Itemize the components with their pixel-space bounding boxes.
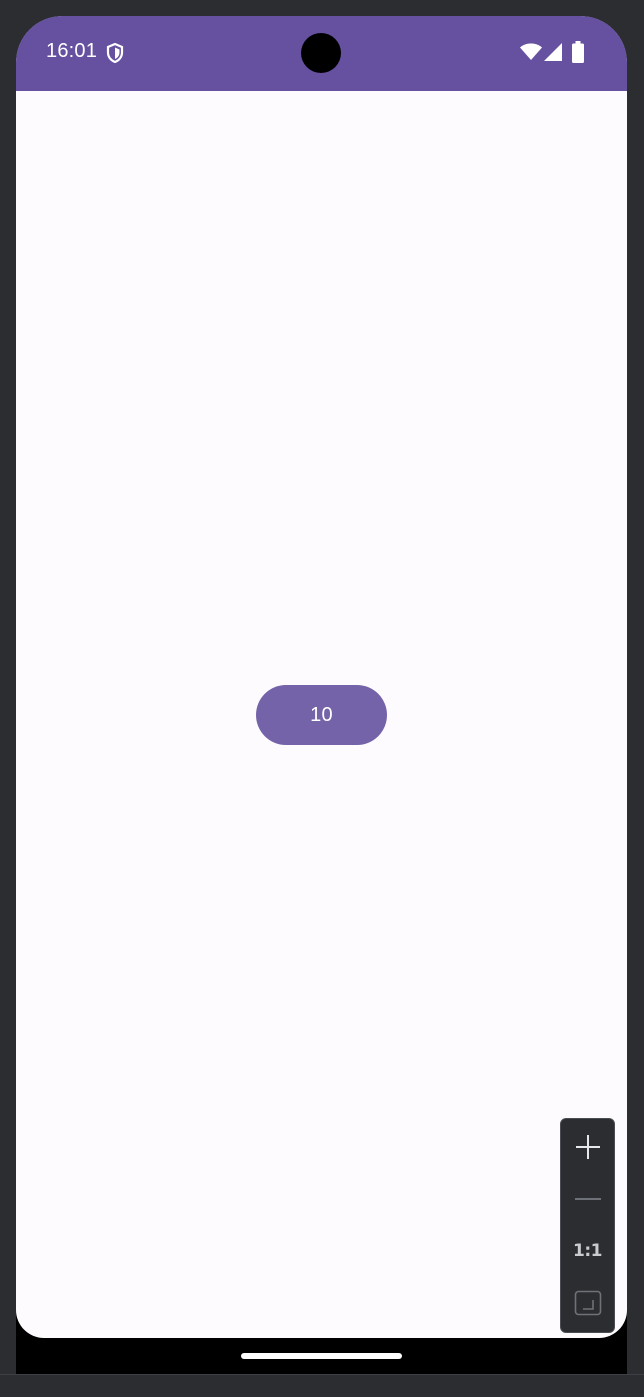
gesture-nav-handle[interactable] — [241, 1353, 402, 1359]
zoom-controls: 1:1 — [560, 1118, 615, 1333]
status-bar: 16:01 — [16, 16, 627, 91]
zoom-in-button[interactable] — [561, 1121, 614, 1173]
device-frame: 16:01 10 — [16, 16, 627, 1374]
camera-cutout — [301, 33, 341, 73]
wifi-icon — [520, 43, 542, 60]
plus-icon — [575, 1135, 600, 1159]
emulator-bottom-border — [0, 1374, 644, 1397]
battery-icon — [572, 41, 584, 63]
counter-button[interactable]: 10 — [256, 685, 387, 745]
signal-icon — [544, 43, 562, 61]
status-time: 16:01 — [46, 40, 98, 62]
actual-size-button[interactable]: 1:1 — [561, 1225, 614, 1277]
app-screen: 16:01 10 — [16, 16, 627, 1338]
actual-size-icon: 1:1 — [573, 1241, 602, 1261]
zoom-out-button[interactable] — [561, 1173, 614, 1225]
shield-icon — [106, 43, 124, 63]
fit-screen-icon — [574, 1290, 601, 1316]
emulator-top-border — [0, 0, 644, 16]
minus-icon — [574, 1198, 601, 1200]
fit-screen-button[interactable] — [561, 1277, 614, 1329]
